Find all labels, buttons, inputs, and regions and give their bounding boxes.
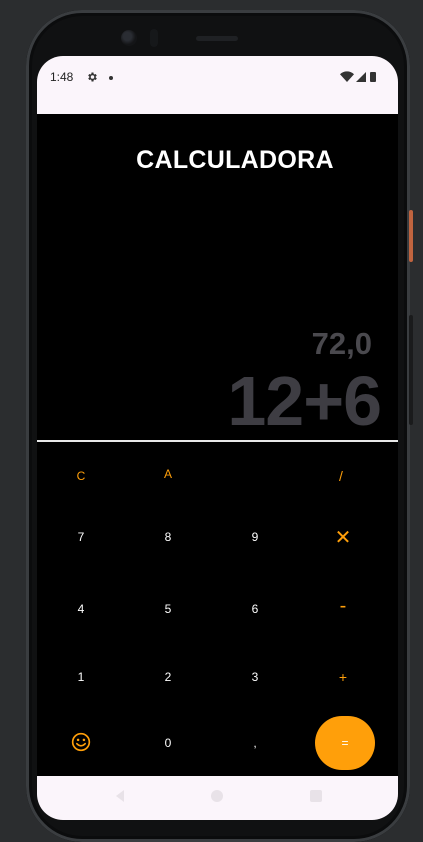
digit-4-button[interactable]: 4 <box>41 586 121 632</box>
gear-icon <box>88 72 97 82</box>
system-status-icons <box>340 71 376 82</box>
digit-6-button[interactable]: 6 <box>215 586 295 632</box>
recents-icon[interactable] <box>310 790 322 802</box>
signal-icon <box>356 72 366 82</box>
status-bar: 1:48 <box>37 56 398 114</box>
wifi-icon <box>340 71 354 82</box>
status-time: 1:48 <box>50 70 74 84</box>
home-icon[interactable] <box>211 790 223 802</box>
camera-sensor <box>150 29 158 47</box>
earpiece-speaker <box>196 36 238 41</box>
digit-7-button[interactable]: 7 <box>41 514 121 560</box>
multiply-button[interactable]: ✕ <box>303 514 383 560</box>
expression-display: 12+6 <box>227 362 382 440</box>
clear-button[interactable]: C <box>41 453 121 499</box>
emoji-button[interactable] <box>41 719 121 765</box>
digit-3-button[interactable]: 3 <box>215 654 295 700</box>
notification-dot-icon <box>109 76 113 80</box>
subtract-button[interactable]: - <box>303 583 383 629</box>
power-button <box>409 210 413 262</box>
digit-1-button[interactable]: 1 <box>41 654 121 700</box>
divide-button[interactable]: / <box>301 453 381 499</box>
comma-button[interactable]: , <box>215 720 295 766</box>
screen: 1:48 CALCULADORA 72,0 12+6 C A / 7 8 9 ✕… <box>37 56 398 820</box>
back-icon[interactable] <box>113 789 127 803</box>
digit-9-button[interactable]: 9 <box>215 514 295 560</box>
all-clear-button[interactable]: A <box>128 451 208 497</box>
digit-0-button[interactable]: 0 <box>128 720 208 766</box>
digit-8-button[interactable]: 8 <box>128 514 208 560</box>
front-camera <box>121 30 137 46</box>
battery-icon <box>370 72 376 82</box>
volume-button <box>409 315 413 425</box>
digit-2-button[interactable]: 2 <box>128 654 208 700</box>
display-divider <box>37 440 398 442</box>
add-button[interactable]: + <box>303 654 383 700</box>
navigation-bar <box>37 776 398 820</box>
digit-5-button[interactable]: 5 <box>128 586 208 632</box>
smiley-icon <box>71 732 91 752</box>
equals-button[interactable]: = <box>315 716 375 770</box>
result-display: 72,0 <box>311 326 372 361</box>
app-title: CALCULADORA <box>136 146 334 174</box>
